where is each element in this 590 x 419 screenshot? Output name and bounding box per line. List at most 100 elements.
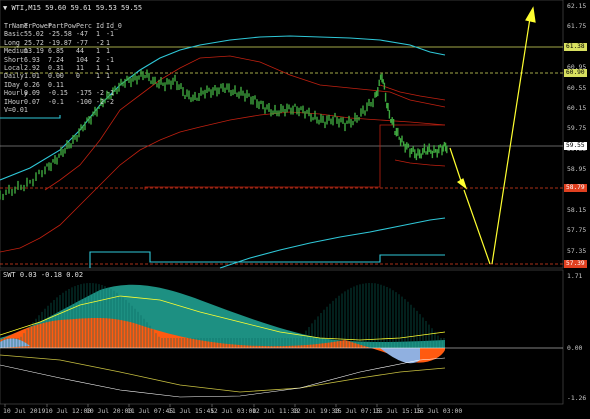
table-cell: -1 bbox=[106, 30, 114, 39]
table-cell: -0.15 bbox=[48, 89, 68, 98]
table-row: Medium 13.19 6.85 44 1 1 bbox=[4, 47, 118, 55]
table-row: Basic 55.02 -25.58 -47 1 -1 bbox=[4, 30, 118, 38]
time-tick-label: 11 Jul 15:45 bbox=[168, 407, 215, 415]
table-row: Short 6.93 7.24 104 2 -1 bbox=[4, 56, 118, 64]
table-cell: 55.02 bbox=[24, 30, 44, 39]
table-cell: IDay bbox=[4, 80, 20, 89]
table-cell: 0 bbox=[76, 72, 80, 81]
table-cell: 1 bbox=[96, 30, 100, 39]
time-tick-label: 11 Jul 07:45 bbox=[127, 407, 174, 415]
table-cell: 7.24 bbox=[48, 55, 64, 64]
chart-title: ▼ WTI,M15 59.60 59.61 59.53 59.55 bbox=[3, 4, 143, 12]
time-tick-label: 16 Jul 03:00 bbox=[416, 407, 463, 415]
table-cell: 0.31 bbox=[48, 64, 64, 73]
table-cell: Short bbox=[4, 55, 24, 64]
price-level-tag: 61.38 bbox=[564, 43, 587, 51]
table-cell: -1 bbox=[106, 89, 114, 98]
table-cell: Perc bbox=[76, 22, 92, 30]
table-cell: -0.1 bbox=[48, 97, 64, 106]
table-cell: Medium bbox=[4, 47, 28, 56]
collapse-icon[interactable]: ▼ bbox=[3, 4, 7, 12]
table-cell: 104 bbox=[76, 55, 88, 64]
table-row: Daily 1.01 0.00 0 1 1 bbox=[4, 72, 118, 80]
table-cell: 6.93 bbox=[24, 55, 40, 64]
table-cell: -47 bbox=[76, 30, 88, 39]
table-row: Hourly 0.09 -0.15 -175 -2 -1 bbox=[4, 89, 118, 97]
price-tick-label: 60.55 bbox=[567, 83, 587, 92]
table-cell: -100 bbox=[76, 97, 92, 106]
table-cell: 0.09 bbox=[24, 89, 40, 98]
table-cell: -25.58 bbox=[48, 30, 72, 39]
table-cell: -2 bbox=[96, 38, 104, 47]
table-cell: 44 bbox=[76, 47, 84, 56]
table-cell: 0.11 bbox=[48, 80, 64, 89]
table-cell: 1 bbox=[96, 72, 100, 81]
table-cell: 1.01 bbox=[24, 72, 40, 81]
table-cell: 25.72 bbox=[24, 38, 44, 47]
table-footer: V=0.01 bbox=[4, 106, 28, 115]
table-cell: 1 bbox=[106, 47, 110, 56]
table-cell: 1 bbox=[96, 64, 100, 73]
table-cell: 13.19 bbox=[24, 47, 44, 56]
table-cell: IHour bbox=[4, 97, 24, 106]
price-tick-label: 57.35 bbox=[567, 246, 587, 255]
table-cell: 1 bbox=[106, 72, 110, 81]
price-level-tag: 57.39 bbox=[564, 260, 587, 268]
price-level-tag: 59.55 bbox=[564, 142, 587, 150]
table-cell: TrPower bbox=[24, 22, 52, 30]
table-row: IDay 0.26 0.11 bbox=[4, 81, 118, 89]
table-cell: -77 bbox=[76, 38, 88, 47]
time-tick-label: 12 Jul 11:30 bbox=[252, 407, 299, 415]
trend-power-table: TrName TrPower PartPow Perc Id Id_0 Basic 55.02… bbox=[4, 22, 122, 115]
indicator-tick-label: 1.71 bbox=[567, 272, 583, 280]
time-tick-label: 15 Jul 15:15 bbox=[375, 407, 422, 415]
price-tick-label: 60.15 bbox=[567, 104, 587, 112]
price-tick-label: 58.15 bbox=[567, 206, 587, 214]
time-tick-label: 15 Jul 07:15 bbox=[334, 407, 381, 415]
price-tick-label: 62.15 bbox=[567, 2, 587, 10]
indicator-tick-label: 0.00 bbox=[567, 344, 583, 352]
table-row: IHour 0.07 -0.1 -100 -2 -2 bbox=[4, 98, 118, 106]
table-cell: PartPow bbox=[48, 22, 76, 30]
table-row: Long 25.72 -19.87 -77 -2 1 bbox=[4, 39, 118, 47]
table-cell: 0.26 bbox=[24, 80, 40, 89]
table-cell: 0.07 bbox=[24, 97, 40, 106]
table-cell: 2 bbox=[96, 55, 100, 64]
table-cell bbox=[106, 81, 118, 89]
table-cell: 1 bbox=[106, 64, 110, 73]
time-tick-label: 10 Jul 2019 bbox=[3, 407, 46, 415]
table-cell: -1 bbox=[106, 55, 114, 64]
table-cell bbox=[96, 81, 106, 89]
table-cell: Hourly bbox=[4, 89, 28, 98]
table-row: Local 2.92 0.31 11 1 1 bbox=[4, 64, 118, 72]
table-cell: Id bbox=[96, 22, 104, 30]
table-row: TrName TrPower PartPow Perc Id Id_0 bbox=[4, 22, 122, 30]
table-cell: -2 bbox=[106, 97, 114, 106]
table-cell: -175 bbox=[76, 89, 92, 98]
price-tick-label: 61.75 bbox=[567, 22, 587, 31]
table-cell: Id_0 bbox=[106, 22, 122, 30]
time-tick-label: 10 Jul 20:00 bbox=[86, 407, 133, 415]
table-cell: 1 bbox=[106, 38, 110, 47]
table-cell bbox=[76, 81, 96, 89]
indicator-title: SWT 0.03 -0.18 0.02 bbox=[3, 271, 84, 279]
table-cell: 11 bbox=[76, 64, 84, 73]
table-cell: 1 bbox=[96, 47, 100, 56]
table-cell: Daily bbox=[4, 72, 24, 81]
price-tick-label: 58.95 bbox=[567, 165, 587, 174]
table-cell: Basic bbox=[4, 30, 24, 39]
table-cell: -2 bbox=[96, 89, 104, 98]
table-cell: TrName bbox=[4, 22, 28, 30]
price-tick-label: 57.75 bbox=[567, 226, 587, 235]
table-cell: 0.00 bbox=[48, 72, 64, 81]
price-tick-label: 59.75 bbox=[567, 124, 587, 133]
time-tick-label: 10 Jul 12:00 bbox=[45, 407, 92, 415]
time-tick-label: 12 Jul 19:30 bbox=[293, 407, 340, 415]
price-level-tag: 60.90 bbox=[564, 69, 587, 77]
table-cell: 2.92 bbox=[24, 64, 40, 73]
table-cell: Long bbox=[4, 38, 20, 47]
table-cell: 6.85 bbox=[48, 47, 64, 56]
time-tick-label: 12 Jul 03:00 bbox=[210, 407, 257, 415]
table-cell: Local bbox=[4, 64, 24, 73]
price-level-tag: 58.79 bbox=[564, 184, 587, 192]
